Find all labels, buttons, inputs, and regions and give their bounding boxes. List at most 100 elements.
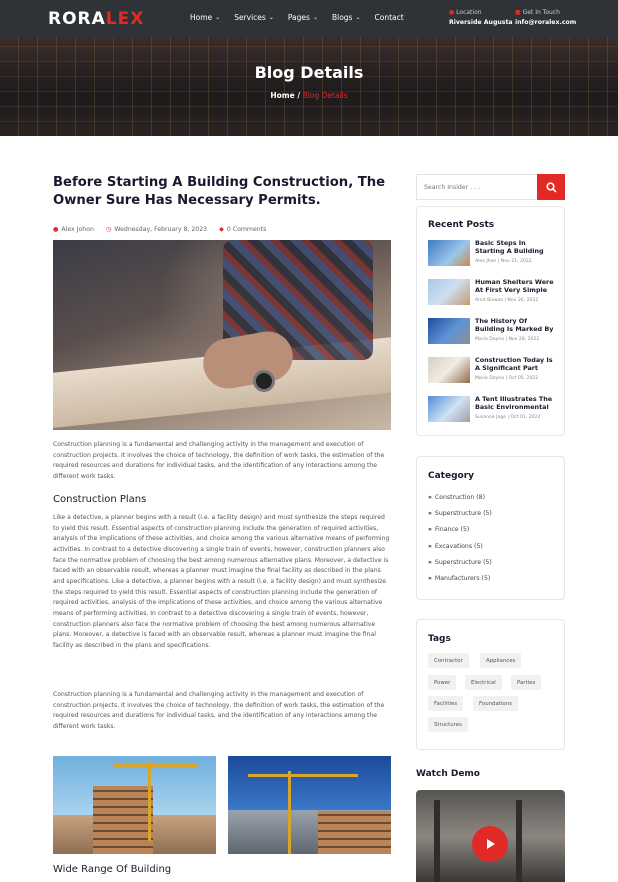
tag-chip[interactable]: Parties [511,675,542,690]
building [93,786,153,854]
post-paragraph: Construction planning is a fundamental a… [53,691,385,730]
recent-post-meta: Mario Doyna | Oct 05, 2022 [475,376,539,381]
category-label: Superstructure (5) [434,510,492,517]
play-button[interactable] [472,826,508,862]
video-beam [516,800,522,882]
recent-post-item[interactable]: Human Shelters Were At First Very Simple… [428,278,556,307]
category-label: Construction (8) [434,494,486,501]
double-chevron-right-icon: » [428,543,432,550]
nav-item-services[interactable]: Services ⌄ [234,13,274,22]
chevron-down-icon: ⌄ [215,14,221,21]
building [318,811,391,854]
section-heading: Construction Plans [53,494,147,505]
date-text: Wednesday, February 8, 2023 [114,225,208,233]
search-button[interactable] [537,174,565,200]
tag-chip[interactable]: Appliances [480,653,522,668]
crane-jib [113,764,198,767]
chevron-down-icon: ⌄ [355,14,361,21]
crane-mast [288,771,291,854]
contact-label: Get In Touch [522,9,560,16]
category-label: Superstructure (5) [434,559,492,566]
location-label: Location [456,9,482,16]
tag-chip[interactable]: Facilities [428,696,464,711]
widget-title: Category [428,471,475,481]
comments-count: 0 Comments [226,225,267,233]
breadcrumb-home-link[interactable]: Home [270,91,294,100]
user-icon: ● [53,225,59,233]
recent-post-item[interactable]: Construction Today Is A Significant Part… [428,356,556,385]
category-item[interactable]: » Superstructure (5) [428,559,492,566]
tag-chip[interactable]: Power [428,675,457,690]
recent-post-title: The History Of Building Is Marked By [475,317,554,334]
category-label: Excavations (5) [434,543,483,550]
nav-item-contact[interactable]: Contact [375,13,404,22]
top-navbar: RORALEX Home ⌄ Services ⌄ Pages ⌄ Blogs ⌄ Co… [0,0,618,37]
crane-mast [148,761,151,841]
recent-post-item[interactable]: Basic Steps In Starting A Building Alex … [428,239,556,268]
double-chevron-right-icon: » [428,575,432,582]
chevron-down-icon: ⌄ [268,14,274,21]
breadcrumb: Home / Blog Details [0,91,618,100]
site-logo[interactable]: RORALEX [48,9,144,29]
play-icon [487,839,495,849]
email-info: ■ Get In Touch info@roralex.com [515,8,576,28]
category-item[interactable]: » Superstructure (5) [428,510,492,517]
category-item[interactable]: » Finance (5) [428,526,469,533]
recent-post-title: Human Shelters Were At First Very Simple [475,278,554,295]
tag-chip[interactable]: Electrical [465,675,502,690]
category-label: Finance (5) [434,526,470,533]
gallery-image [53,756,216,854]
main-nav: Home ⌄ Services ⌄ Pages ⌄ Blogs ⌄ Contact [190,13,404,22]
nav-label: Home [190,13,213,22]
blog-article: Before Starting A Building Construction,… [53,174,391,875]
recent-post-title: A Tent Illustrates The Basic Environment… [475,395,553,412]
recent-post-item[interactable]: The History Of Building Is Marked By Mar… [428,317,556,346]
search-input[interactable] [417,175,538,199]
chevron-down-icon: ⌄ [312,14,318,21]
clock-icon: ◷ [105,225,112,233]
breadcrumb-separator: / [297,91,301,100]
page-hero-banner: Blog Details Home / Blog Details [0,37,618,136]
post-thumbnail [428,240,470,266]
watch-demo-title: Watch Demo [416,769,480,779]
post-thumbnail [428,279,470,305]
wristwatch [253,370,275,392]
recent-post-meta: Amit Biswas | Nov 26, 2022 [475,298,539,303]
double-chevron-right-icon: » [428,494,432,501]
tag-chip[interactable]: Foundations [473,696,518,711]
featured-image [53,240,391,430]
page-title: Blog Details [254,63,364,82]
recent-post-item[interactable]: A Tent Illustrates The Basic Environment… [428,395,556,424]
tag-chip[interactable]: Contractor [428,653,469,668]
post-comments[interactable]: ◆ 0 Comments [219,226,266,233]
nav-label: Blogs [331,13,353,22]
category-item[interactable]: » Manufacturers (5) [428,575,490,582]
post-author[interactable]: ● Alex Johon [53,226,94,233]
post-paragraph: Like a detective, a planner begins with … [53,514,390,649]
post-date: ◷ Wednesday, February 8, 2023 [106,226,207,233]
category-widget: Category » Construction (8) » Superstructu… [416,456,565,600]
widget-title: Recent Posts [428,220,495,230]
email-link[interactable]: info@roralex.com [515,18,576,28]
demo-video[interactable] [416,790,565,882]
nav-label: Contact [374,13,404,22]
comment-icon: ◆ [219,225,224,233]
widget-title: Tags [428,634,451,644]
location-value: Riverside Augusta [449,18,513,26]
category-item[interactable]: » Construction (8) [428,494,485,501]
tag-chip[interactable]: Structures [428,717,468,732]
category-label: Manufacturers (5) [434,575,491,582]
logo-main-text: RORA [48,9,106,29]
nav-item-pages[interactable]: Pages ⌄ [288,13,318,22]
nav-item-blogs[interactable]: Blogs ⌄ [332,13,361,22]
nav-item-home[interactable]: Home ⌄ [190,13,220,22]
sidebar-search [416,174,565,200]
post-thumbnail [428,396,470,422]
post-title: Before Starting A Building Construction,… [53,175,386,208]
recent-post-title: Basic Steps In Starting A Building [475,239,544,256]
post-meta: ● Alex Johon ◷ Wednesday, February 8, 2023… [53,226,391,233]
category-item[interactable]: » Excavations (5) [428,543,483,550]
video-beam [434,800,440,882]
tags-widget: Tags Contractor Appliances Power Electri… [416,619,565,750]
double-chevron-right-icon: » [428,559,432,566]
